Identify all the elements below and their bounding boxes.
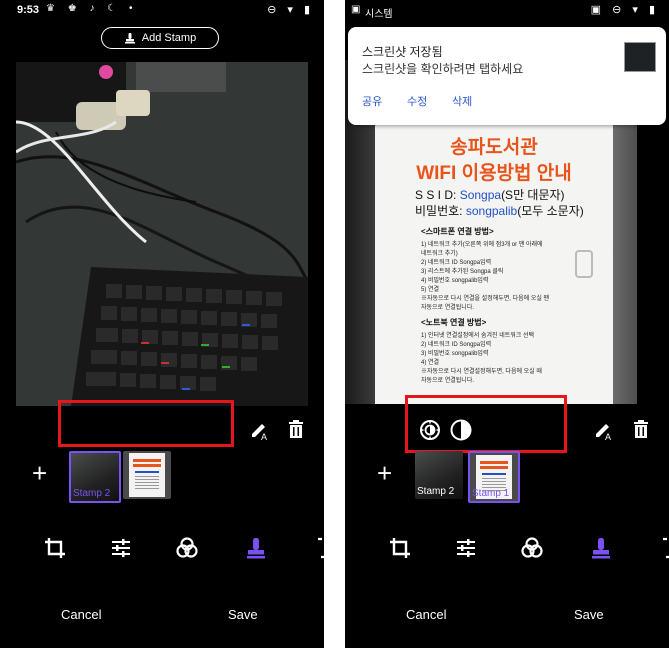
- share-button[interactable]: 공유: [362, 93, 382, 109]
- status-bar: 9:53 ♛ ♚ ♪ ☾ • ⊖ ▾ ▮: [0, 0, 324, 22]
- stamp-thumbnail[interactable]: Stamp 1: [468, 451, 520, 503]
- notification-text: 스크린샷을 확인하려면 탭하세요: [362, 62, 524, 76]
- thumbnail-image: [129, 453, 165, 497]
- save-button[interactable]: Save: [228, 607, 258, 622]
- adjust-icon[interactable]: [453, 535, 479, 561]
- photo-canvas[interactable]: [16, 62, 308, 406]
- poster-line: 4) 비밀번호 songpalib입력: [421, 278, 489, 284]
- stamp-thumbnail[interactable]: Stamp 2: [69, 451, 121, 503]
- save-button[interactable]: Save: [574, 607, 604, 622]
- edit-button[interactable]: 수정: [407, 93, 427, 109]
- poster-subtitle: WIFI 이용방법 안내: [416, 163, 572, 184]
- poster-title: 송파도서관: [450, 137, 538, 158]
- delete-button[interactable]: 삭제: [452, 93, 472, 109]
- filter-icon[interactable]: [519, 535, 545, 561]
- notification-icons: ♛ ♚ ♪ ☾ •: [46, 3, 138, 14]
- add-icon[interactable]: +: [377, 458, 392, 489]
- delete-icon[interactable]: [285, 418, 307, 440]
- add-stamp-label: Add Stamp: [141, 32, 197, 44]
- smartphone-section-title: <스마트폰 연결 방법>: [421, 227, 494, 236]
- bottom-toolbar: [345, 535, 669, 561]
- status-time: 9:53: [17, 4, 40, 16]
- poster-line: ※자동으로 다시 연결을 설정해두면, 다음에 오실 땐: [421, 296, 550, 302]
- crop-rotate-icon[interactable]: [387, 535, 413, 561]
- more-tool-icon[interactable]: [310, 535, 324, 561]
- poster-line: 3) 비밀번호 songpalib입력: [421, 351, 489, 357]
- adjust-icon[interactable]: [108, 535, 134, 561]
- poster-line: 자동으로 연결됩니다.: [421, 378, 475, 384]
- svg-text:A: A: [261, 432, 267, 441]
- thumbnail-label: Stamp 1: [472, 488, 510, 499]
- poster-line: 1) 네트워크 추가(오른쪽 위에 점3개 or 맨 아래에: [421, 242, 543, 248]
- filter-icon[interactable]: [174, 535, 200, 561]
- poster-line: 2) 네트워크 ID Songpa입력: [421, 260, 492, 266]
- system-icons: ⊖ ▾ ▮: [267, 4, 314, 16]
- contrast-icon[interactable]: [449, 418, 473, 442]
- poster-line: ※자동으로 다시 연결설정해두면, 다음에 오실 때: [421, 369, 542, 375]
- editor-screen-left: 9:53 ♛ ♚ ♪ ☾ • ⊖ ▾ ▮ Add Stamp A + Stamp…: [0, 0, 324, 648]
- desk-photo-image: [16, 62, 308, 406]
- poster-line: 1) 인터넷 연결설정에서 숨겨진 네트워크 선택: [421, 333, 535, 339]
- cancel-button[interactable]: Cancel: [61, 607, 101, 622]
- poster-line: 자동으로 연결됩니다.: [421, 305, 475, 311]
- poster-ssid: S S I D: Songpa(S만 대문자): [415, 188, 565, 202]
- status-system-label: 시스템: [365, 9, 393, 20]
- highlight-box: [58, 400, 234, 447]
- add-icon[interactable]: +: [32, 458, 47, 489]
- poster-line: 4) 연결: [421, 360, 440, 366]
- crop-rotate-icon[interactable]: [42, 535, 68, 561]
- brightness-icon[interactable]: [418, 418, 442, 442]
- stamp-thumbnail[interactable]: [123, 451, 171, 499]
- edit-text-icon[interactable]: A: [249, 419, 271, 441]
- poster-password: 비밀번호: songpalib(모두 소문자): [415, 204, 584, 218]
- image-icon: ▣: [351, 4, 361, 15]
- laptop-section-title: <노트북 연결 방법>: [421, 318, 487, 327]
- notification-thumbnail: [624, 42, 656, 72]
- cancel-button[interactable]: Cancel: [406, 607, 446, 622]
- poster-line: 5) 연결: [421, 287, 440, 293]
- delete-icon[interactable]: [630, 418, 652, 440]
- screenshot-notification[interactable]: 스크린샷 저장됨 스크린샷을 확인하려면 탭하세요 공유 수정 삭제: [348, 27, 666, 125]
- system-icons: ▣ ⊖ ▾ ▮: [590, 4, 659, 16]
- editor-screen-right: ▣ 시스템 ▣ ⊖ ▾ ▮ 송파도서관 WIFI 이용방법 안내 S S I D…: [345, 0, 669, 648]
- stamp-tool-icon[interactable]: [588, 535, 614, 561]
- edit-text-icon[interactable]: A: [593, 419, 615, 441]
- add-stamp-button[interactable]: Add Stamp: [101, 27, 219, 49]
- stamp-thumbnail[interactable]: Stamp 2: [415, 451, 463, 499]
- more-tool-icon[interactable]: [655, 535, 669, 561]
- notification-title: 스크린샷 저장됨: [362, 45, 443, 59]
- status-bar: ▣ 시스템 ▣ ⊖ ▾ ▮: [345, 0, 669, 22]
- stamp-icon: [124, 33, 135, 44]
- thumbnail-label: Stamp 2: [417, 486, 455, 497]
- poster-line: 2) 네트워크 ID Songpa입력: [421, 342, 492, 348]
- poster-line: 네트워크 추기): [421, 251, 458, 257]
- bottom-toolbar: [0, 535, 324, 561]
- stamp-tool-icon[interactable]: [243, 535, 269, 561]
- poster-line: 3) 리스트에 추가된 Songpa 클릭: [421, 269, 504, 275]
- svg-text:A: A: [605, 432, 611, 441]
- thumbnail-label: Stamp 2: [73, 488, 111, 499]
